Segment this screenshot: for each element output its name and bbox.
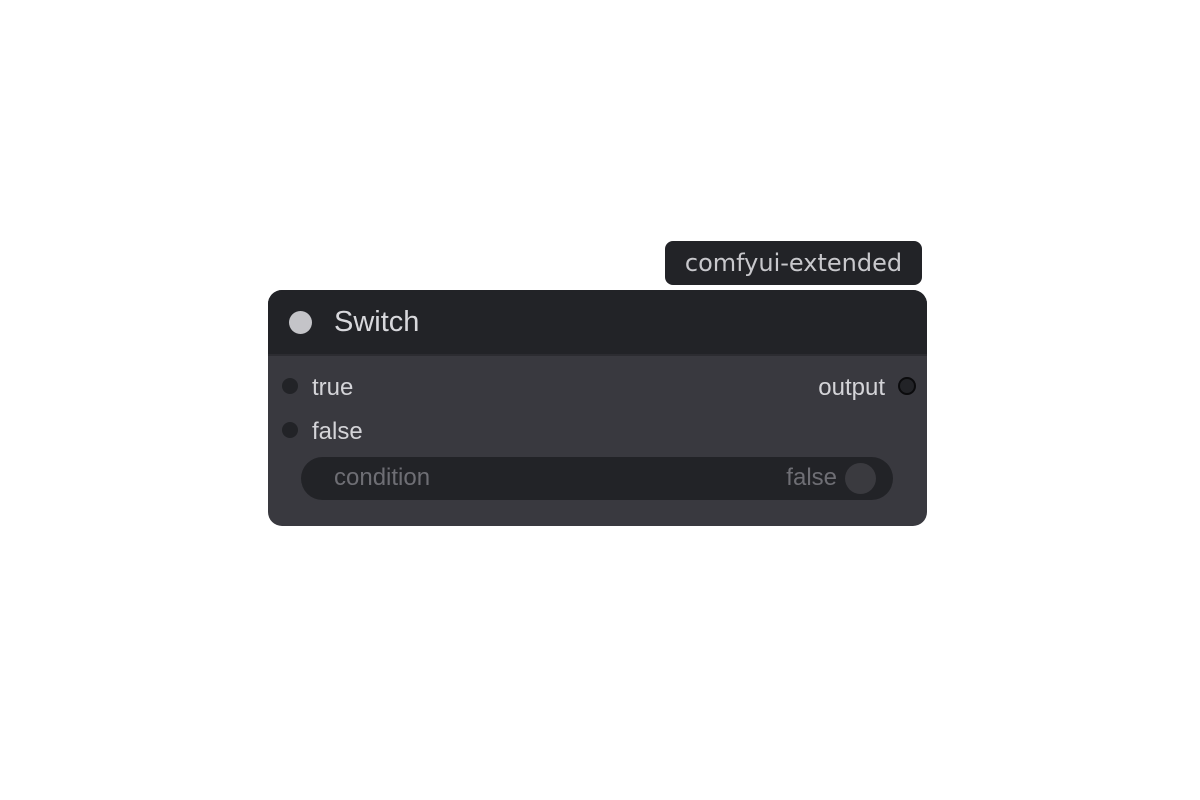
node-header[interactable]: Switch [268, 290, 927, 356]
toggle-label: condition [334, 464, 431, 491]
condition-toggle[interactable]: condition false [301, 457, 893, 500]
toggle-value: false [786, 464, 837, 491]
toggle-knob-icon[interactable] [845, 463, 876, 494]
output-label: output [818, 374, 885, 401]
node-source-badge: comfyui-extended [665, 241, 922, 285]
collapse-toggle-icon[interactable] [289, 311, 312, 334]
node-title: Switch [334, 306, 420, 338]
output-slot-icon[interactable] [898, 377, 916, 395]
input-slot-false-icon[interactable] [282, 422, 298, 438]
input-label-true: true [312, 374, 354, 401]
input-label-false: false [312, 418, 363, 445]
input-slot-true-icon[interactable] [282, 378, 298, 394]
switch-node[interactable]: Switch true false output condition false [268, 290, 927, 526]
